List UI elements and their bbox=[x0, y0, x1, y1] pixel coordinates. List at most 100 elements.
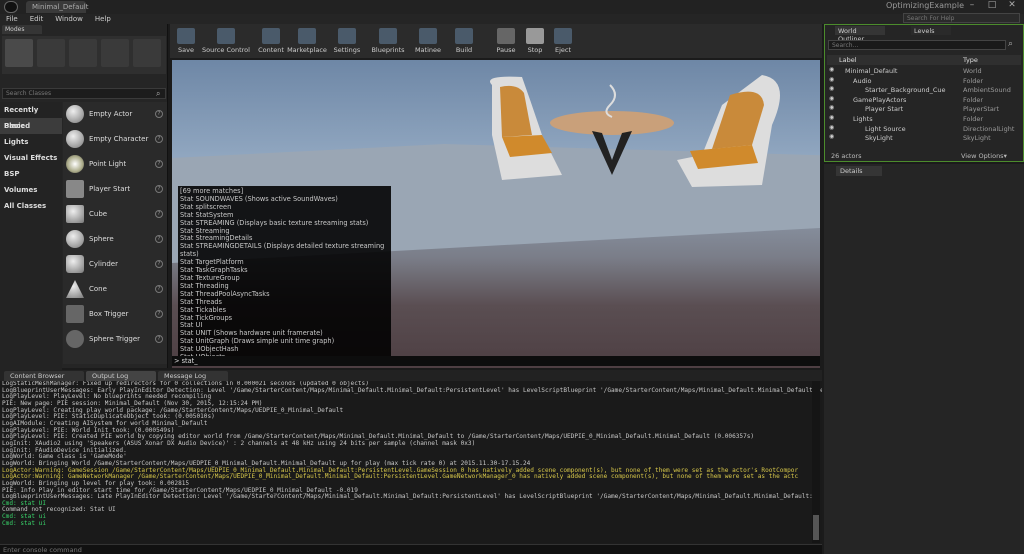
category-recently-placed[interactable]: Recently Placed bbox=[0, 102, 62, 130]
category-lights[interactable]: Lights bbox=[0, 134, 62, 150]
autocomplete-item[interactable]: Stat STREAMINGDETAILS (Displays detailed… bbox=[180, 242, 389, 259]
pause-button[interactable]: Pause bbox=[492, 24, 520, 58]
outliner-row[interactable]: ◉ Minimal_Default World bbox=[827, 66, 1021, 76]
outliner-row[interactable]: ◉ Starter_Background_Cue AmbientSound bbox=[827, 85, 1021, 95]
class-item[interactable]: Empty Actor? bbox=[63, 102, 167, 127]
help-icon[interactable]: ? bbox=[155, 260, 163, 268]
help-icon[interactable]: ? bbox=[155, 310, 163, 318]
help-icon[interactable]: ? bbox=[155, 185, 163, 193]
visibility-eye-icon[interactable]: ◉ bbox=[829, 85, 834, 92]
level-viewport[interactable]: [69 more matches] Stat SOUNDWAVES (Shows … bbox=[172, 60, 820, 368]
blueprints-button[interactable]: Blueprints bbox=[368, 24, 408, 58]
minimize-button[interactable]: – bbox=[962, 0, 982, 12]
matinee-button[interactable]: Matinee bbox=[412, 24, 444, 58]
visibility-eye-icon[interactable]: ◉ bbox=[829, 104, 834, 111]
class-item[interactable]: Cylinder? bbox=[63, 252, 167, 277]
landscape-mode-icon[interactable] bbox=[69, 39, 97, 67]
menu-file[interactable]: File bbox=[0, 14, 24, 24]
unreal-logo-icon[interactable] bbox=[4, 1, 18, 13]
settings-button[interactable]: Settings bbox=[330, 24, 364, 58]
class-item[interactable]: Sphere Trigger? bbox=[63, 327, 167, 352]
visibility-eye-icon[interactable]: ◉ bbox=[829, 76, 834, 83]
viewport-console-input[interactable]: > stat_ bbox=[172, 356, 820, 366]
class-item[interactable]: Cone? bbox=[63, 277, 167, 302]
tab-message-log[interactable]: Message Log bbox=[158, 371, 228, 381]
world-outliner-tab[interactable]: World Outliner bbox=[835, 26, 885, 43]
search-icon: ⌕ bbox=[156, 89, 161, 98]
class-item[interactable]: Player Start? bbox=[63, 177, 167, 202]
type-column-header[interactable]: Type bbox=[963, 56, 978, 64]
table-top bbox=[550, 111, 674, 135]
visibility-eye-icon[interactable]: ◉ bbox=[829, 124, 834, 131]
class-item[interactable]: Sphere? bbox=[63, 227, 167, 252]
world-outliner: World Outliner Levels Search... ⌕ Label … bbox=[824, 24, 1024, 162]
menu-edit[interactable]: Edit bbox=[24, 14, 50, 24]
log-scroll-thumb[interactable] bbox=[813, 515, 819, 540]
menu-help[interactable]: Help bbox=[89, 14, 117, 24]
modes-tab[interactable]: Modes bbox=[2, 25, 42, 34]
output-log[interactable]: LogStaticMeshManager: Fixed up redirecto… bbox=[0, 381, 822, 543]
class-item[interactable]: Cube? bbox=[63, 202, 167, 227]
marketplace-button[interactable]: Marketplace bbox=[286, 24, 328, 58]
settings-icon bbox=[338, 28, 356, 44]
tab-content-browser[interactable]: Content Browser bbox=[4, 371, 84, 381]
outliner-row-type: AmbientSound bbox=[963, 86, 1011, 95]
geometry-mode-icon[interactable] bbox=[133, 39, 161, 67]
outliner-row[interactable]: ◉ Lights Folder bbox=[827, 114, 1021, 124]
close-button[interactable]: ✕ bbox=[1002, 0, 1022, 12]
eject-button[interactable]: Eject bbox=[550, 24, 576, 58]
category-volumes[interactable]: Volumes bbox=[0, 182, 62, 198]
visibility-eye-icon[interactable]: ◉ bbox=[829, 114, 834, 121]
category-basic[interactable]: Basic bbox=[0, 118, 62, 134]
level-tab[interactable]: Minimal_Default bbox=[26, 1, 89, 13]
console-command-input[interactable]: Enter console command bbox=[0, 544, 822, 554]
class-item[interactable]: Box Trigger? bbox=[63, 302, 167, 327]
autocomplete-item[interactable]: Stat TickGroups bbox=[180, 314, 389, 323]
eject-icon bbox=[554, 28, 572, 44]
help-icon[interactable]: ? bbox=[155, 235, 163, 243]
help-icon[interactable]: ? bbox=[155, 135, 163, 143]
outliner-row[interactable]: ◉ GamePlayActors Folder bbox=[827, 95, 1021, 105]
menu-window[interactable]: Window bbox=[49, 14, 89, 24]
class-item[interactable]: Point Light? bbox=[63, 152, 167, 177]
outliner-row[interactable]: ◉ Audio Folder bbox=[827, 76, 1021, 86]
visibility-eye-icon[interactable]: ◉ bbox=[829, 66, 834, 73]
save-button[interactable]: Save bbox=[172, 24, 200, 58]
source-control-icon bbox=[217, 28, 235, 44]
build-icon bbox=[455, 28, 473, 44]
foliage-mode-icon[interactable] bbox=[101, 39, 129, 67]
place-mode-icon[interactable] bbox=[5, 39, 33, 67]
source-control-button[interactable]: Source Control bbox=[200, 24, 252, 58]
label-column-header[interactable]: Label bbox=[839, 56, 857, 64]
console-autocomplete[interactable]: [69 more matches] Stat SOUNDWAVES (Shows … bbox=[178, 186, 391, 361]
details-tab[interactable]: Details bbox=[836, 166, 882, 176]
outliner-row[interactable]: ◉ Player Start PlayerStart bbox=[827, 104, 1021, 114]
stop-button[interactable]: Stop bbox=[522, 24, 548, 58]
build-button[interactable]: Build bbox=[450, 24, 478, 58]
paint-mode-icon[interactable] bbox=[37, 39, 65, 67]
view-options-button[interactable]: View Options▾ bbox=[961, 152, 1007, 160]
search-classes-input[interactable]: Search Classes bbox=[2, 88, 166, 99]
visibility-eye-icon[interactable]: ◉ bbox=[829, 133, 834, 140]
title-bar bbox=[0, 0, 1024, 14]
help-icon[interactable]: ? bbox=[155, 335, 163, 343]
outliner-row-label: Audio bbox=[853, 76, 872, 85]
visibility-eye-icon[interactable]: ◉ bbox=[829, 95, 834, 102]
help-icon[interactable]: ? bbox=[155, 285, 163, 293]
class-item[interactable]: Empty Character? bbox=[63, 127, 167, 152]
help-search-input[interactable]: Search For Help bbox=[903, 13, 1020, 23]
category-all-classes[interactable]: All Classes bbox=[0, 198, 62, 214]
outliner-row[interactable]: ◉ Light Source DirectionalLight bbox=[827, 124, 1021, 134]
outliner-row[interactable]: ◉ SkyLight SkyLight bbox=[827, 133, 1021, 143]
tab-output-log[interactable]: Output Log bbox=[86, 371, 156, 381]
help-icon[interactable]: ? bbox=[155, 110, 163, 118]
category-bsp[interactable]: BSP bbox=[0, 166, 62, 182]
maximize-button[interactable]: □ bbox=[982, 0, 1002, 12]
content-button[interactable]: Content bbox=[256, 24, 286, 58]
category-visual-effects[interactable]: Visual Effects bbox=[0, 150, 62, 166]
help-icon[interactable]: ? bbox=[155, 160, 163, 168]
outliner-search-input[interactable]: Search... bbox=[828, 40, 1006, 50]
levels-tab[interactable]: Levels bbox=[911, 26, 951, 35]
help-icon[interactable]: ? bbox=[155, 210, 163, 218]
bottom-tab-bar: Content Browser Output Log Message Log bbox=[0, 370, 822, 381]
